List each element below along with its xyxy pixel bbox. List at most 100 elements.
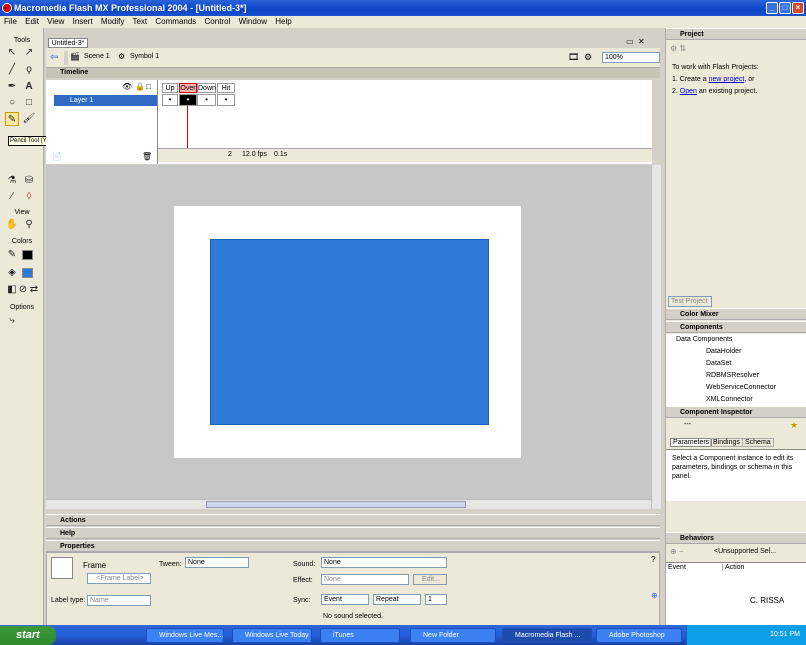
- component-webserviceconnector[interactable]: WebServiceConnector: [706, 384, 776, 391]
- close-button[interactable]: ×: [792, 2, 804, 14]
- open-project-link[interactable]: Open: [680, 88, 697, 95]
- menu-control[interactable]: Control: [205, 17, 231, 26]
- menu-edit[interactable]: Edit: [25, 17, 39, 26]
- edit-scene-icon[interactable]: 🎞: [568, 52, 579, 63]
- scene-breadcrumb[interactable]: Scene 1: [84, 53, 110, 60]
- keyframe-down[interactable]: •: [197, 94, 216, 106]
- clock[interactable]: 10:51 PM: [770, 631, 800, 638]
- project-tools-icon[interactable]: ⚙ ⇅: [670, 44, 686, 53]
- repeat-count-input[interactable]: 1: [425, 594, 447, 605]
- taskbar-new-folder[interactable]: New Folder: [410, 628, 496, 643]
- document-tab[interactable]: Untitled-3*: [48, 38, 88, 48]
- text-tool-icon[interactable]: A: [22, 80, 36, 94]
- stroke-color-icon[interactable]: ✎: [5, 248, 19, 262]
- snap-option-icon[interactable]: ⤷: [5, 314, 19, 328]
- test-project-button[interactable]: Test Project: [668, 296, 712, 307]
- brush-tool-icon[interactable]: 🖌: [22, 112, 36, 126]
- frame-label-up[interactable]: Up: [162, 83, 178, 93]
- taskbar-windows-live-messenger[interactable]: Windows Live Mes...: [146, 628, 224, 643]
- inspector-star-icon[interactable]: ★: [790, 420, 798, 431]
- project-panel-header[interactable]: Project: [666, 28, 806, 40]
- lock-icon[interactable]: 🔒: [135, 82, 145, 91]
- eye-icon[interactable]: 👁: [122, 82, 132, 91]
- keyframe-over[interactable]: •: [179, 94, 197, 106]
- fill-color-swatch[interactable]: [22, 268, 33, 278]
- pencil-tool-icon[interactable]: ✎: [5, 112, 19, 126]
- taskbar-itunes[interactable]: iTunes: [320, 628, 400, 643]
- keyframe-up[interactable]: •: [162, 94, 178, 106]
- taskbar-windows-live-today[interactable]: Windows Live Today: [232, 628, 312, 643]
- data-components-category[interactable]: Data Components: [676, 336, 732, 343]
- tab-bindings[interactable]: Bindings: [710, 438, 743, 447]
- layer-name[interactable]: Layer 1: [70, 97, 93, 104]
- component-dataholder[interactable]: DataHolder: [706, 348, 741, 355]
- lasso-tool-icon[interactable]: ϙ: [22, 63, 36, 77]
- rectangle-tool-icon[interactable]: □: [22, 96, 36, 110]
- new-project-link[interactable]: new project: [709, 76, 745, 83]
- repeat-select[interactable]: Repeat: [373, 594, 421, 605]
- ink-bottle-tool-icon[interactable]: ⚗: [5, 174, 19, 188]
- paint-bucket-tool-icon[interactable]: ⛁: [22, 174, 36, 188]
- taskbar-adobe-photoshop[interactable]: Adobe Photoshop: [596, 628, 682, 643]
- timeline-header[interactable]: Timeline: [46, 68, 660, 78]
- frame-rate[interactable]: 12.0 fps: [242, 151, 267, 158]
- components-header[interactable]: Components: [666, 321, 806, 333]
- color-mixer-header[interactable]: Color Mixer: [666, 308, 806, 320]
- effect-select[interactable]: None: [321, 574, 409, 585]
- frame-label-over[interactable]: Over: [179, 83, 197, 93]
- component-dataset[interactable]: DataSet: [706, 360, 731, 367]
- properties-panel-header[interactable]: Properties: [46, 540, 660, 552]
- stage-vertical-scrollbar[interactable]: [651, 165, 661, 509]
- tween-select[interactable]: None: [185, 557, 249, 568]
- menu-text[interactable]: Text: [132, 17, 147, 26]
- help-panel-header[interactable]: Help: [46, 527, 660, 539]
- minimize-button[interactable]: _: [766, 2, 778, 14]
- edit-effect-button[interactable]: Edit...: [413, 574, 447, 585]
- menu-window[interactable]: Window: [239, 17, 267, 26]
- behavior-add-remove-icon[interactable]: ⊕ −: [670, 547, 684, 556]
- fill-color-icon[interactable]: ◈: [5, 266, 19, 280]
- subselect-tool-icon[interactable]: ↗: [22, 46, 36, 60]
- blue-rectangle-shape[interactable]: [210, 239, 489, 425]
- keyframe-hit[interactable]: •: [217, 94, 235, 106]
- insert-layer-icon[interactable]: 📄: [52, 152, 62, 161]
- pen-tool-icon[interactable]: ✒: [5, 80, 19, 94]
- stage-horizontal-scrollbar[interactable]: [46, 499, 651, 509]
- help-icon[interactable]: ?: [651, 555, 655, 564]
- eraser-tool-icon[interactable]: ◊: [22, 190, 36, 204]
- menu-commands[interactable]: Commands: [155, 17, 196, 26]
- behaviors-target-dropdown[interactable]: <Unsupported Sel...: [714, 548, 776, 555]
- label-type-select[interactable]: Name: [87, 595, 151, 606]
- component-xmlconnector[interactable]: XMLConnector: [706, 396, 753, 403]
- zoom-tool-icon[interactable]: ⚲: [22, 218, 36, 232]
- tab-parameters[interactable]: Parameters: [670, 438, 713, 447]
- sync-select[interactable]: Event: [321, 594, 369, 605]
- arrow-tool-icon[interactable]: ↖: [5, 46, 19, 60]
- edit-symbol-icon[interactable]: ⚙: [584, 52, 592, 63]
- frame-label-hit[interactable]: Hit: [217, 83, 235, 93]
- restore-doc-icon[interactable]: ▭: [626, 37, 634, 46]
- outline-icon[interactable]: □: [146, 82, 151, 91]
- component-inspector-header[interactable]: Component Inspector: [666, 406, 806, 418]
- close-doc-icon[interactable]: ✕: [638, 37, 645, 46]
- menu-view[interactable]: View: [47, 17, 64, 26]
- maximize-button[interactable]: □: [779, 2, 791, 14]
- back-arrow-icon[interactable]: ⇦: [50, 52, 58, 63]
- menu-help[interactable]: Help: [275, 17, 291, 26]
- zoom-select[interactable]: 100%: [602, 52, 660, 63]
- playhead[interactable]: [187, 106, 188, 150]
- menu-modify[interactable]: Modify: [101, 17, 125, 26]
- line-tool-icon[interactable]: ╱: [5, 63, 19, 77]
- frame-label-input[interactable]: <Frame Label>: [87, 573, 151, 584]
- stroke-color-swatch[interactable]: [22, 250, 33, 260]
- tab-schema[interactable]: Schema: [742, 438, 774, 447]
- oval-tool-icon[interactable]: ○: [5, 96, 19, 110]
- actions-panel-header[interactable]: Actions: [46, 514, 660, 526]
- taskbar-macromedia-flash[interactable]: Macromedia Flash ...: [502, 628, 592, 643]
- eyedropper-tool-icon[interactable]: ⁄: [5, 190, 19, 204]
- component-rdbmsresolver[interactable]: RDBMSResolver: [706, 372, 759, 379]
- sound-select[interactable]: None: [321, 557, 447, 568]
- start-button[interactable]: start: [0, 626, 56, 645]
- swap-colors-icon[interactable]: ⇄: [27, 283, 41, 297]
- menu-file[interactable]: File: [4, 17, 17, 26]
